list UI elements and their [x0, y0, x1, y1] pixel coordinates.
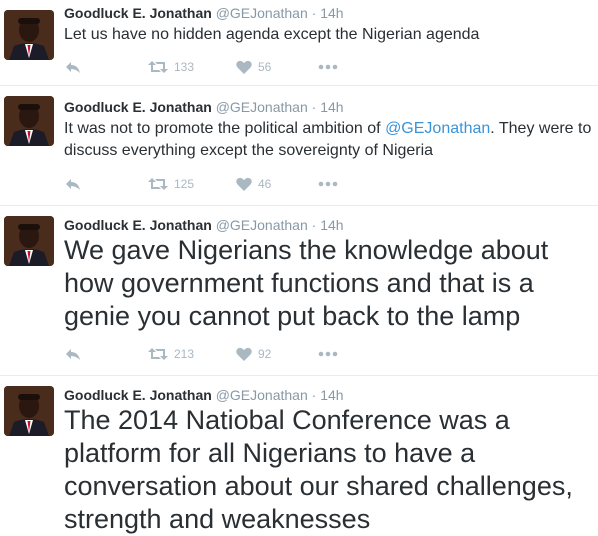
mention-link[interactable]: @GEJonathan [385, 120, 490, 137]
separator-dot: · [311, 387, 317, 403]
tweet-text-body: The 2014 Natiobal Conference was a platf… [64, 405, 573, 534]
more-button[interactable] [318, 344, 338, 364]
retweet-count: 213 [174, 347, 195, 361]
more-icon [318, 181, 338, 187]
reply-button[interactable] [64, 57, 82, 77]
like-button[interactable]: 56 [236, 57, 271, 77]
retweet-button[interactable]: 213 [148, 344, 194, 364]
avatar[interactable] [4, 216, 54, 266]
avatar[interactable] [4, 10, 54, 60]
more-button[interactable] [318, 57, 338, 77]
reply-button[interactable] [64, 344, 82, 364]
user-name[interactable]: Goodluck E. Jonathan [64, 387, 212, 403]
avatar[interactable] [4, 96, 54, 146]
avatar[interactable] [4, 386, 54, 436]
like-count: 46 [258, 177, 272, 191]
tweet[interactable]: Goodluck E. Jonathan @GEJonathan · 14h L… [0, 0, 598, 86]
tweet-timestamp[interactable]: 14h [320, 387, 343, 403]
user-handle[interactable]: @GEJonathan [216, 99, 308, 115]
like-button[interactable]: 46 [236, 174, 271, 194]
retweet-icon [148, 348, 168, 360]
separator-dot: · [311, 99, 317, 115]
heart-icon [236, 60, 252, 74]
retweet-icon [148, 178, 168, 190]
tweet-text: The 2014 Natiobal Conference was a platf… [64, 404, 594, 536]
separator-dot: · [311, 5, 317, 21]
tweet-timestamp[interactable]: 14h [320, 217, 343, 233]
more-icon [318, 351, 338, 357]
reply-button[interactable] [64, 174, 82, 194]
user-handle[interactable]: @GEJonathan [216, 387, 308, 403]
tweet-header: Goodluck E. Jonathan @GEJonathan · 14h [64, 4, 344, 22]
user-handle[interactable]: @GEJonathan [216, 217, 308, 233]
separator-dot: · [311, 217, 317, 233]
like-count: 92 [258, 347, 272, 361]
more-icon [318, 64, 338, 70]
tweet-text-body: It was not to promote the political ambi… [64, 120, 386, 137]
tweet-header: Goodluck E. Jonathan @GEJonathan · 14h [64, 216, 344, 234]
user-name[interactable]: Goodluck E. Jonathan [64, 217, 212, 233]
tweet-header: Goodluck E. Jonathan @GEJonathan · 14h [64, 386, 344, 404]
user-name[interactable]: Goodluck E. Jonathan [64, 99, 212, 115]
like-count: 56 [258, 60, 272, 74]
like-button[interactable]: 92 [236, 344, 271, 364]
tweet[interactable]: Goodluck E. Jonathan @GEJonathan · 14h T… [0, 376, 598, 535]
user-handle[interactable]: @GEJonathan [216, 5, 308, 21]
tweet-text: It was not to promote the political ambi… [64, 118, 594, 162]
user-name[interactable]: Goodluck E. Jonathan [64, 5, 212, 21]
tweet-text: We gave Nigerians the knowledge about ho… [64, 234, 594, 333]
tweet-text-body: We gave Nigerians the knowledge about ho… [64, 235, 549, 331]
reply-icon [66, 179, 80, 190]
tweet-timestamp[interactable]: 14h [320, 5, 343, 21]
retweet-button[interactable]: 125 [148, 174, 194, 194]
retweet-count: 133 [174, 60, 195, 74]
tweet[interactable]: Goodluck E. Jonathan @GEJonathan · 14h W… [0, 206, 598, 376]
retweet-button[interactable]: 133 [148, 57, 194, 77]
tweet-timestamp[interactable]: 14h [320, 99, 343, 115]
tweet-text: Let us have no hidden agenda except the … [64, 24, 594, 46]
tweet-text-body: Let us have no hidden agenda except the … [64, 26, 480, 43]
reply-icon [66, 62, 80, 73]
reply-icon [66, 349, 80, 360]
tweet[interactable]: Goodluck E. Jonathan @GEJonathan · 14h I… [0, 86, 598, 206]
heart-icon [236, 347, 252, 361]
tweet-header: Goodluck E. Jonathan @GEJonathan · 14h [64, 98, 344, 116]
more-button[interactable] [318, 174, 338, 194]
heart-icon [236, 177, 252, 191]
retweet-count: 125 [174, 177, 195, 191]
retweet-icon [148, 61, 168, 73]
